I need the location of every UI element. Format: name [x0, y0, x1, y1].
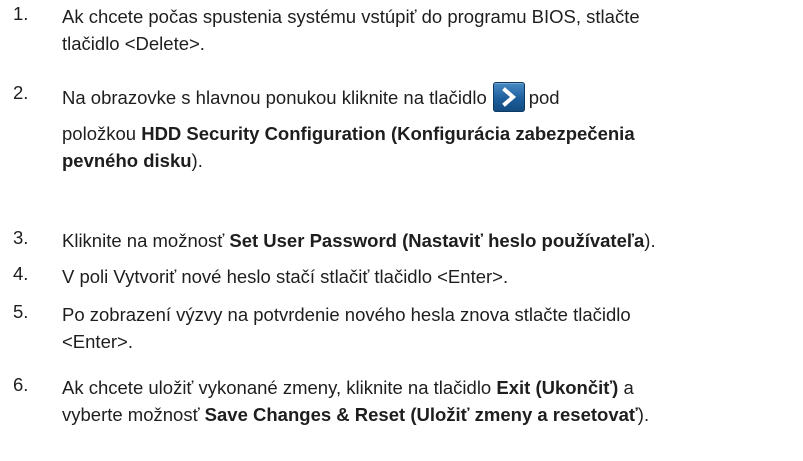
step-line: Ak chcete uložiť vykonané zmeny, kliknit… [62, 377, 634, 398]
step-line: Kliknite na možnosť Set User Password (N… [62, 230, 656, 251]
step-text: Ak chcete uložiť vykonané zmeny, kliknit… [62, 374, 797, 428]
step-line: Na obrazovke s hlavnou ponukou kliknite … [62, 82, 797, 120]
step-line: vyberte možnosť Save Changes & Reset (Ul… [62, 404, 650, 425]
step-text: Po zobrazení výzvy na potvrdenie nového … [62, 301, 797, 355]
step-number: 4. [13, 263, 29, 284]
arrow-right-button-icon[interactable] [492, 82, 525, 112]
step-number: 3. [13, 227, 29, 248]
step-line: Ak chcete počas spustenia systému vstúpi… [62, 6, 640, 27]
step-number: 2. [13, 82, 29, 103]
step-line: Po zobrazení výzvy na potvrdenie nového … [62, 304, 631, 325]
step-text: Na obrazovke s hlavnou ponukou kliknite … [62, 82, 797, 174]
step-line: pevného disku). [62, 150, 203, 171]
step-line: položkou HDD Security Configuration (Kon… [62, 123, 635, 144]
step-line: tlačidlo <Delete>. [62, 33, 205, 54]
step-text: Kliknite na možnosť Set User Password (N… [62, 227, 797, 254]
step-line: <Enter>. [62, 331, 133, 352]
step-line: V poli Vytvoriť nové heslo stačí stlačiť… [62, 266, 509, 287]
step-number: 1. [13, 3, 29, 24]
step-text: V poli Vytvoriť nové heslo stačí stlačiť… [62, 263, 797, 290]
step-number: 6. [13, 374, 29, 395]
step-text: Ak chcete počas spustenia systému vstúpi… [62, 3, 797, 57]
step-number: 5. [13, 301, 29, 322]
instruction-page: 1. Ak chcete počas spustenia systému vst… [0, 0, 803, 461]
